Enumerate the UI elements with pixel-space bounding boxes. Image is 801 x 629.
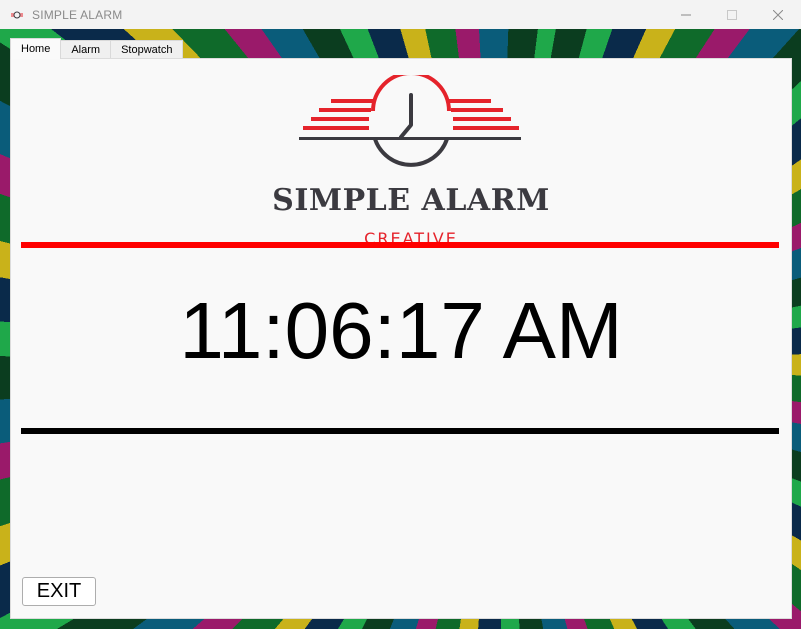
exit-button[interactable]: EXIT [22, 577, 96, 606]
logo-title: SIMPLE ALARM [272, 183, 550, 218]
home-panel: SIMPLE ALARM CREATIVE 11:06:17 AM EXIT [10, 58, 792, 619]
tab-stopwatch[interactable]: Stopwatch [110, 40, 184, 59]
window-controls [663, 0, 801, 29]
maximize-icon[interactable] [709, 0, 755, 29]
window-title: SIMPLE ALARM [32, 7, 123, 22]
clock-logo-icon [299, 71, 521, 167]
current-time: 11:06:17 AM [179, 286, 623, 375]
alarm-logo-icon [10, 10, 24, 20]
title-bar: SIMPLE ALARM [0, 0, 801, 29]
top-divider [21, 242, 779, 248]
tab-bar: Home Alarm Stopwatch [10, 38, 184, 59]
close-icon[interactable] [755, 0, 801, 29]
tab-alarm[interactable]: Alarm [60, 40, 112, 59]
minimize-icon[interactable] [663, 0, 709, 29]
logo: SIMPLE ALARM CREATIVE [251, 71, 571, 248]
bottom-divider [21, 428, 779, 434]
tab-home[interactable]: Home [10, 38, 62, 59]
